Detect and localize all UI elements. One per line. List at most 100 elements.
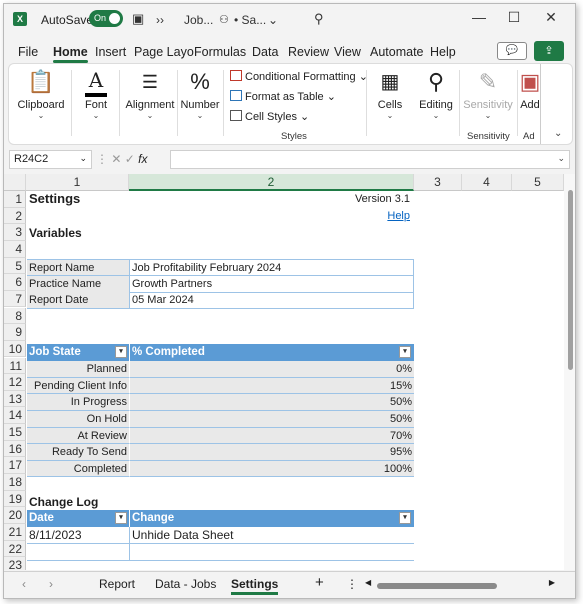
cell-styles-button[interactable]: Cell Styles ⌄ <box>230 110 309 123</box>
column-header[interactable]: 4 <box>462 174 512 191</box>
chevron-down-icon[interactable]: ⌄ <box>268 13 278 27</box>
variable-value[interactable]: Growth Partners <box>129 276 414 293</box>
vertical-scrollbar[interactable] <box>564 174 575 570</box>
job-state-cell[interactable]: Pending Client Info <box>27 377 129 395</box>
table-header-job-state[interactable]: Job State ▾ <box>27 344 129 361</box>
comments-button[interactable]: 💬 <box>497 42 527 60</box>
cells-group[interactable]: ▦ Cells ⌄ <box>369 64 411 144</box>
filter-dropdown-icon[interactable]: ▾ <box>115 512 127 524</box>
tab-home[interactable]: Home <box>53 45 88 63</box>
search-icon[interactable]: ⚲ <box>314 11 324 27</box>
more-options-icon[interactable]: ⋮ <box>346 577 358 591</box>
conditional-formatting-button[interactable]: Conditional Formatting ⌄ <box>230 70 368 83</box>
more-commands-icon[interactable]: ›› <box>156 13 164 27</box>
clipboard-group[interactable]: 📋 Clipboard ⌄ <box>15 64 67 144</box>
row-header[interactable]: 10 <box>4 340 26 358</box>
sheet-tab-data-jobs[interactable]: Data - Jobs <box>155 577 216 591</box>
format-as-table-button[interactable]: Format as Table ⌄ <box>230 90 336 103</box>
table-header-completed[interactable]: % Completed ▾ <box>129 344 414 361</box>
row-header[interactable]: 3 <box>4 224 26 241</box>
prev-sheet-icon[interactable]: ‹ <box>22 577 26 591</box>
name-box[interactable]: R24C2 ⌄ <box>9 150 92 169</box>
column-header[interactable]: 1 <box>26 174 129 191</box>
row-header[interactable]: 12 <box>4 374 26 391</box>
next-sheet-icon[interactable]: › <box>49 577 53 591</box>
percent-completed-cell[interactable]: 50% <box>129 394 414 411</box>
minimize-icon[interactable]: — <box>469 9 489 25</box>
row-header[interactable]: 11 <box>4 357 26 375</box>
save-icon[interactable]: ▣ <box>132 11 144 27</box>
percent-completed-cell[interactable]: 100% <box>129 460 414 478</box>
row-header[interactable]: 18 <box>4 474 26 491</box>
column-header[interactable]: 3 <box>414 174 462 191</box>
select-all-corner[interactable] <box>4 174 26 191</box>
row-header[interactable]: 1 <box>4 191 26 208</box>
row-header[interactable]: 9 <box>4 324 26 341</box>
document-name[interactable]: Job... <box>184 13 213 27</box>
variable-label[interactable]: Practice Name <box>27 276 129 293</box>
sheet-tab-settings[interactable]: Settings <box>231 577 279 595</box>
tab-review[interactable]: Review <box>288 45 329 59</box>
add-sheet-button[interactable]: + <box>315 574 324 591</box>
percent-completed-cell[interactable]: 15% <box>129 377 414 395</box>
changelog-empty[interactable] <box>129 544 414 561</box>
version-text[interactable]: Version 3.1 <box>304 191 412 208</box>
sheet-title[interactable]: Settings <box>27 191 127 208</box>
variable-label[interactable]: Report Name <box>27 259 129 276</box>
tab-formulas[interactable]: Formulas <box>194 45 246 59</box>
sheet-tab-report[interactable]: Report <box>99 577 135 591</box>
formula-input[interactable]: ⌄ <box>170 150 570 169</box>
chevron-down-icon[interactable]: ⌄ <box>554 128 562 139</box>
row-header[interactable]: 7 <box>4 290 26 308</box>
chevron-down-icon[interactable]: ⌄ <box>557 153 565 164</box>
alignment-group[interactable]: ☰ Alignment ⌄ <box>121 64 179 144</box>
row-header[interactable]: 23 <box>4 557 26 570</box>
scroll-right-icon[interactable]: ▶ <box>549 578 555 587</box>
tab-file[interactable]: File <box>18 45 38 59</box>
job-state-cell[interactable]: Ready To Send <box>27 444 129 461</box>
number-group[interactable]: % Number ⌄ <box>178 64 222 144</box>
percent-completed-cell[interactable]: 50% <box>129 410 414 428</box>
tab-automate[interactable]: Automate <box>370 45 424 59</box>
tab-data[interactable]: Data <box>252 45 278 59</box>
row-header[interactable]: 16 <box>4 440 26 458</box>
row-header[interactable]: 13 <box>4 390 26 408</box>
row-header[interactable]: 14 <box>4 407 26 425</box>
variables-heading[interactable]: Variables <box>27 225 127 242</box>
job-state-cell[interactable]: At Review <box>27 427 129 445</box>
row-header[interactable]: 8 <box>4 307 26 325</box>
table-header-change[interactable]: Change ▾ <box>129 510 414 527</box>
help-link[interactable]: Help <box>304 208 412 225</box>
collaborators-icon[interactable]: ⚇ <box>219 13 229 26</box>
filter-dropdown-icon[interactable]: ▾ <box>115 346 127 358</box>
variable-value[interactable]: 05 Mar 2024 <box>129 292 414 309</box>
filter-dropdown-icon[interactable]: ▾ <box>399 512 411 524</box>
column-header[interactable]: 5 <box>512 174 564 191</box>
table-header-date[interactable]: Date ▾ <box>27 510 129 527</box>
share-button[interactable]: ⇪ <box>534 41 564 61</box>
row-header[interactable]: 22 <box>4 540 26 558</box>
variable-value[interactable]: Job Profitability February 2024 <box>129 259 414 276</box>
worksheet-grid[interactable]: 1 2 3 4 5 1 2 3 4 5 6 7 8 9 10 11 12 13 14 15 16 17 18 19 2… <box>4 174 564 570</box>
changelog-heading[interactable]: Change Log <box>27 494 127 511</box>
changelog-date[interactable]: 8/11/2023 <box>27 527 129 544</box>
maximize-icon[interactable]: ☐ <box>504 9 524 26</box>
column-header[interactable]: 2 <box>129 174 414 191</box>
scroll-thumb[interactable] <box>568 190 573 370</box>
row-header[interactable]: 17 <box>4 457 26 474</box>
horizontal-scrollbar[interactable]: ◀ ▶ <box>365 578 555 592</box>
close-icon[interactable]: ✕ <box>541 9 561 26</box>
percent-completed-cell[interactable]: 70% <box>129 427 414 445</box>
row-header[interactable]: 4 <box>4 240 26 258</box>
row-header[interactable]: 6 <box>4 274 26 291</box>
filter-dropdown-icon[interactable]: ▾ <box>399 346 411 358</box>
font-group[interactable]: A Font ⌄ <box>75 64 117 144</box>
row-header[interactable]: 5 <box>4 257 26 275</box>
row-header[interactable]: 20 <box>4 507 26 524</box>
row-header[interactable]: 21 <box>4 524 26 541</box>
scroll-thumb[interactable] <box>377 583 497 589</box>
row-header[interactable]: 19 <box>4 490 26 508</box>
percent-completed-cell[interactable]: 95% <box>129 444 414 461</box>
editing-group[interactable]: ⚲ Editing ⌄ <box>414 64 458 144</box>
percent-completed-cell[interactable]: 0% <box>129 361 414 378</box>
